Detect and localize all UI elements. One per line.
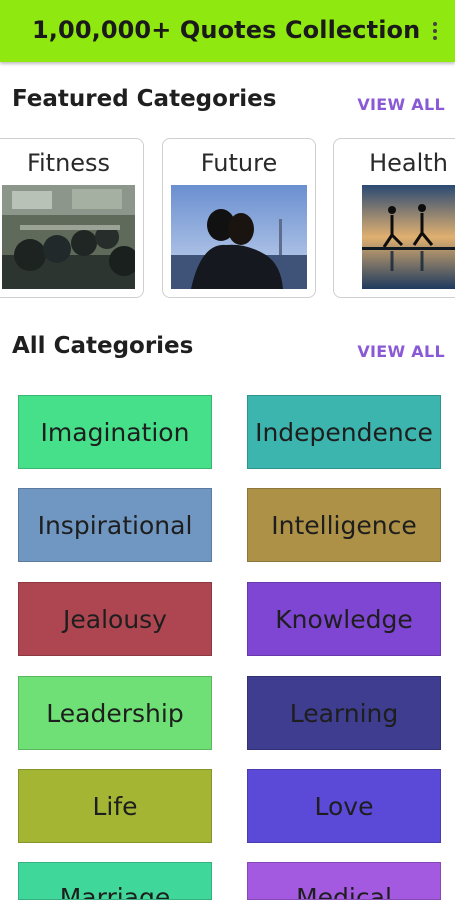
future-image [171,185,307,289]
category-independence-button[interactable]: Independence [247,395,441,469]
category-life-button[interactable]: Life [18,769,212,843]
category-learning-button[interactable]: Learning [247,676,441,750]
category-leadership-button[interactable]: Leadership [18,676,212,750]
category-knowledge-button[interactable]: Knowledge [247,582,441,656]
featured-view-all-link[interactable]: VIEW ALL [357,95,445,114]
more-vert-icon[interactable] [429,22,441,42]
featured-card-future[interactable]: Future [162,138,316,298]
category-medical-button[interactable]: Medical [247,862,441,900]
featured-carousel[interactable]: Fitness Future Health [0,138,455,300]
featured-card-label: Future [200,149,278,177]
app-bar: 1,00,000+ Quotes Collection [0,0,455,62]
featured-categories-title: Featured Categories [12,86,277,112]
featured-card-fitness[interactable]: Fitness [0,138,144,298]
category-imagination-button[interactable]: Imagination [18,395,212,469]
category-jealousy-button[interactable]: Jealousy [18,582,212,656]
all-categories-title: All Categories [12,333,194,359]
category-inspirational-button[interactable]: Inspirational [18,488,212,562]
featured-card-label: Fitness [26,149,111,177]
fitness-image [2,185,135,289]
category-love-button[interactable]: Love [247,769,441,843]
all-view-all-link[interactable]: VIEW ALL [357,342,445,361]
featured-card-health[interactable]: Health [333,138,455,298]
featured-card-label: Health [369,149,448,177]
health-image [362,185,455,289]
category-intelligence-button[interactable]: Intelligence [247,488,441,562]
app-title: 1,00,000+ Quotes Collection [32,16,421,44]
category-marriage-button[interactable]: Marriage [18,862,212,900]
